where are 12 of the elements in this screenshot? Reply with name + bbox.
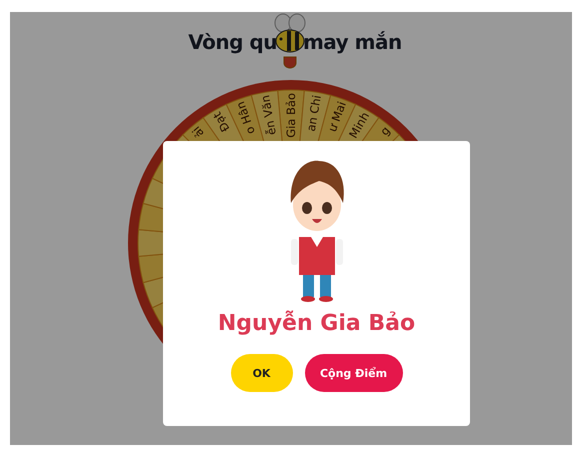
add-points-button[interactable]: Cộng Điểm bbox=[304, 354, 402, 392]
wheel-label: Gia Bảo bbox=[284, 93, 298, 138]
winner-name: Nguyễn Gia Bảo bbox=[218, 311, 416, 336]
wheel-label: ư Mai bbox=[325, 100, 349, 134]
wheel-label: ễn Văn bbox=[258, 94, 279, 136]
page-title: may mắn bbox=[302, 30, 402, 54]
ok-button[interactable]: OK bbox=[230, 354, 292, 392]
page-title: Vòng qu bbox=[188, 30, 277, 54]
wheel-label: o Hân bbox=[233, 100, 258, 136]
wheel-label: g bbox=[377, 124, 393, 138]
wheel-label: an Chi bbox=[304, 94, 324, 132]
wheel-label: ải bbox=[189, 124, 207, 140]
